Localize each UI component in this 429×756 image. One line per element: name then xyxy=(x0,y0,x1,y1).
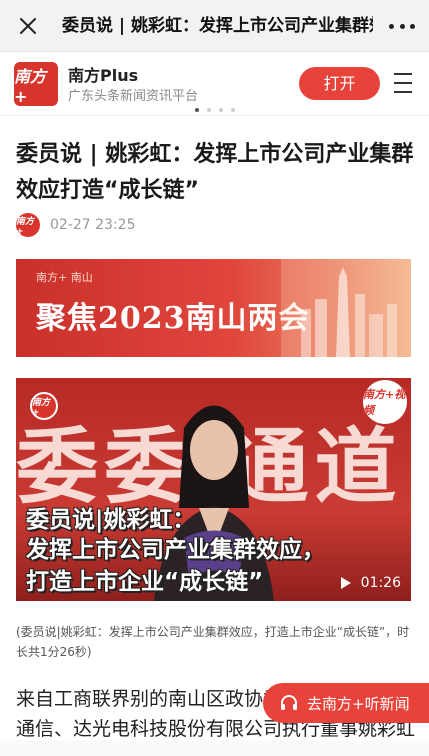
video-caption-text: (委员说|姚彩虹：发挥上市公司产业集群效应，打造上市企业“成长链”，时长共1分2… xyxy=(16,625,410,659)
top-navigation-bar: 委员说 | 姚彩虹：发挥上市公司产业集群效应打造“成长链” xyxy=(0,0,429,52)
duration-label: 01:26 xyxy=(360,575,401,591)
play-icon[interactable] xyxy=(340,577,351,589)
carousel-dot[interactable] xyxy=(218,108,223,112)
publish-time: 02-27 23:25 xyxy=(50,217,136,233)
carousel-dot[interactable] xyxy=(230,108,235,112)
listen-label: 去南方+听新闻 xyxy=(307,694,410,713)
video-channel-logo: 南方+ xyxy=(30,392,58,420)
hamburger-menu-icon[interactable] xyxy=(394,73,412,93)
source-avatar[interactable]: 南方+ xyxy=(16,213,40,237)
video-brand-badge: 南方+视频 xyxy=(363,380,407,424)
carousel-dot[interactable] xyxy=(206,108,211,112)
app-logo: 南方+ xyxy=(14,62,58,106)
video-caption-line-2: 发挥上市公司产业集群效应， xyxy=(26,537,325,563)
video-caption-line-3: 打造上市企业“成长链” xyxy=(26,569,264,595)
open-app-button[interactable]: 打开 xyxy=(299,67,380,100)
app-name: 南方Plus xyxy=(68,66,139,85)
article-headline: 委员说 | 姚彩虹：发挥上市公司产业集群效应打造“成长链” xyxy=(16,142,414,203)
app-promo-banner: 南方+ 南方Plus 广东头条新闻资讯平台 打开 xyxy=(0,52,429,116)
headphones-icon xyxy=(281,695,297,710)
page-title: 委员说 | 姚彩虹：发挥上市公司产业集群效应打造“成长链” xyxy=(62,16,373,36)
bottom-safe-area xyxy=(0,740,429,756)
video-caption-line-1: 委员说|姚彩虹： xyxy=(26,507,196,533)
listen-news-button[interactable]: 去南方+听新闻 xyxy=(263,683,429,723)
article-meta: 南方+ 02-27 23:25 xyxy=(16,213,135,237)
app-slogan: 广东头条新闻资讯平台 xyxy=(68,89,199,104)
carousel-indicator xyxy=(0,108,429,112)
more-dots-icon[interactable] xyxy=(389,14,415,38)
close-icon[interactable] xyxy=(14,12,42,40)
banner-title: 聚焦2023南山两会 xyxy=(36,301,310,336)
video-player[interactable]: 委委 通道 南方+ 南方+视频 委员说|姚彩虹： 发挥上市公司产业集群效应， 打… xyxy=(16,378,411,601)
event-banner-image[interactable]: 南方+ 南山 聚焦2023南山两会 xyxy=(16,259,411,357)
carousel-dot-active[interactable] xyxy=(194,108,199,112)
city-skyline-graphic xyxy=(281,259,411,357)
video-duration[interactable]: 01:26 xyxy=(340,575,401,591)
banner-small-label: 南方+ 南山 xyxy=(36,271,93,284)
